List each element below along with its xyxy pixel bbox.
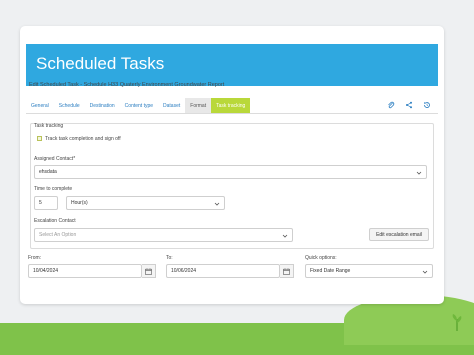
tab-task-tracking[interactable]: Task tracking: [211, 98, 251, 113]
to-date-input[interactable]: 10/06/2024: [166, 264, 280, 278]
quick-options-value: Fixed Date Range: [310, 268, 351, 274]
tab-dataset[interactable]: Dataset: [158, 98, 185, 113]
quick-options-label: Quick options:: [305, 255, 337, 261]
main-card: Scheduled Tasks Edit Scheduled Task - Sc…: [20, 26, 444, 304]
track-completion-checkbox[interactable]: [37, 136, 42, 141]
assigned-contact-label: Assigned Contact*: [34, 156, 76, 162]
from-date-value: 10/04/2024: [33, 268, 59, 274]
escalation-contact-placeholder: Select An Option: [39, 232, 77, 238]
assigned-contact-value: ehsdata: [39, 169, 57, 175]
edit-escalation-email-button[interactable]: Edit escalation email: [369, 228, 429, 241]
tab-format[interactable]: Format: [185, 98, 212, 113]
tab-schedule[interactable]: Schedule: [54, 98, 85, 113]
from-date-input[interactable]: 10/04/2024: [28, 264, 142, 278]
time-unit-select[interactable]: Hour(s): [66, 196, 225, 210]
edit-task-title: Edit Scheduled Task - Schedule H33 Quate…: [29, 82, 225, 88]
chevron-down-icon: [422, 270, 428, 274]
chevron-down-icon: [282, 234, 288, 238]
tab-bar: General Schedule Destination Content typ…: [26, 98, 438, 114]
quick-options-select[interactable]: Fixed Date Range: [305, 264, 433, 278]
from-label: From:: [28, 255, 42, 261]
paperclip-icon[interactable]: [386, 100, 396, 110]
time-to-complete-input[interactable]: 5: [34, 196, 58, 210]
time-unit-value: Hour(s): [71, 200, 88, 206]
from-calendar-button[interactable]: [142, 264, 156, 278]
calendar-icon: [145, 267, 152, 275]
share-icon[interactable]: [404, 100, 414, 110]
escalation-contact-select[interactable]: Select An Option: [34, 228, 293, 242]
escalation-contact-label: Escalation Contact: [34, 218, 76, 224]
sprout-icon: [452, 314, 462, 331]
tab-general[interactable]: General: [26, 98, 54, 113]
to-date-value: 10/06/2024: [171, 268, 197, 274]
time-to-complete-value: 5: [39, 200, 42, 206]
calendar-icon: [283, 267, 290, 275]
chevron-down-icon: [214, 202, 220, 206]
tab-content-type[interactable]: Content type: [120, 98, 158, 113]
time-to-complete-label: Time to complete: [34, 186, 73, 192]
tab-destination[interactable]: Destination: [85, 98, 120, 113]
page-header: Scheduled Tasks: [26, 44, 438, 86]
to-calendar-button[interactable]: [280, 264, 294, 278]
history-icon[interactable]: [422, 100, 432, 110]
track-completion-label: Track task completion and sign off: [45, 136, 121, 142]
assigned-contact-select[interactable]: ehsdata: [34, 165, 427, 179]
page-title: Scheduled Tasks: [36, 54, 165, 73]
task-tracking-legend: Task tracking: [34, 123, 64, 129]
to-label: To:: [166, 255, 173, 261]
chevron-down-icon: [416, 171, 422, 175]
